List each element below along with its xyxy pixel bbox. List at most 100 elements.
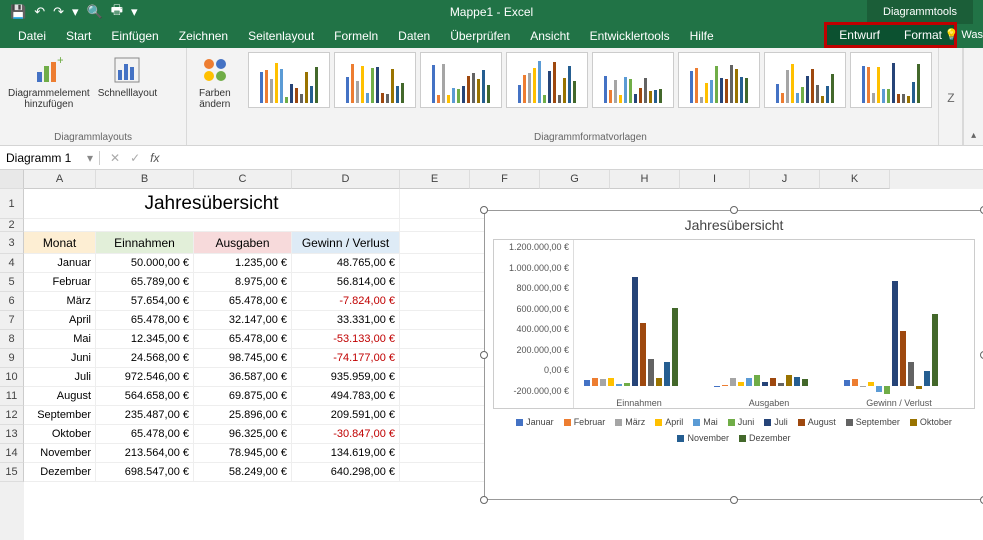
cancel-icon[interactable]: ✕ [110,151,120,165]
cell-gewinn[interactable]: 935.959,00 € [292,368,400,386]
save-icon[interactable]: 💾 [10,4,26,20]
cell-ausgaben[interactable]: 78.945,00 € [194,444,292,462]
chart-bar[interactable] [892,281,898,385]
tab-ueberpruefen[interactable]: Überprüfen [440,24,520,48]
cells-area[interactable]: ABCDEFGHIJK JahresübersichtMonatEinnahme… [24,170,983,540]
cell-ausgaben[interactable]: 25.896,00 € [194,406,292,424]
row-header[interactable]: 6 [0,292,24,311]
tab-formeln[interactable]: Formeln [324,24,388,48]
cell-ausgaben[interactable]: 96.325,00 € [194,425,292,443]
enter-icon[interactable]: ✓ [130,151,140,165]
cell-ausgaben[interactable]: 1.235,00 € [194,254,292,272]
schnelllayout-button[interactable]: Schnelllayout [96,52,159,101]
resize-handle-w[interactable] [480,351,488,359]
row-header[interactable]: 5 [0,273,24,292]
cell-month[interactable]: August [24,387,96,405]
cell-einnahmen[interactable]: 12.345,00 € [96,330,194,348]
cell-einnahmen[interactable]: 24.568,00 € [96,349,194,367]
legend-item[interactable]: Mai [693,417,718,427]
cell-ausgaben[interactable]: 36.587,00 € [194,368,292,386]
chart-style-thumb[interactable] [334,52,416,108]
chart-bar[interactable] [802,379,808,385]
cell-month[interactable]: April [24,311,96,329]
chevron-down-icon[interactable]: ▾ [87,151,93,165]
row-header[interactable]: 4 [0,254,24,273]
chart-bar[interactable] [632,277,638,385]
cell-ausgaben[interactable]: 32.147,00 € [194,311,292,329]
cell-einnahmen[interactable]: 65.478,00 € [96,311,194,329]
chart-style-thumb[interactable] [506,52,588,108]
name-box[interactable]: Diagramm 1▾ [0,151,100,165]
row-header[interactable]: 3 [0,232,24,254]
chart-bar[interactable] [876,386,882,392]
column-header[interactable]: G [540,170,610,189]
column-header[interactable]: B [96,170,194,189]
chart-bar[interactable] [600,379,606,385]
column-header[interactable]: A [24,170,96,189]
column-header[interactable]: K [820,170,890,189]
column-header[interactable]: J [750,170,820,189]
legend-item[interactable]: Juli [764,417,788,427]
chart-bar[interactable] [624,383,630,386]
resize-handle-s[interactable] [730,496,738,504]
chart-plot-area[interactable]: 1.200.000,00 €1.000.000,00 €800.000,00 €… [493,239,975,409]
column-header[interactable]: D [292,170,400,189]
cell-month[interactable]: November [24,444,96,462]
chart-style-thumb[interactable] [850,52,932,108]
cell-ausgaben[interactable]: 69.875,00 € [194,387,292,405]
resize-handle-sw[interactable] [480,496,488,504]
chart-legend[interactable]: JanuarFebruarMärzAprilMaiJuniJuliAugustS… [485,409,983,451]
tab-einfuegen[interactable]: Einfügen [101,24,168,48]
chart-bar[interactable] [592,378,598,385]
chart-bar[interactable] [844,380,850,385]
resize-handle-n[interactable] [730,206,738,214]
chart-bar[interactable] [746,378,752,385]
cell-ausgaben[interactable]: 98.745,00 € [194,349,292,367]
row-header[interactable]: 2 [0,219,24,232]
embedded-chart[interactable]: Jahresübersicht 1.200.000,00 €1.000.000,… [484,210,983,500]
chart-bar[interactable] [884,386,890,394]
chart-bar[interactable] [916,386,922,389]
legend-item[interactable]: März [615,417,645,427]
tab-start[interactable]: Start [56,24,101,48]
chart-bar[interactable] [608,378,614,385]
chart-bar[interactable] [640,323,646,386]
chart-bar[interactable] [908,362,914,385]
sheet-title-cell[interactable]: Jahresübersicht [24,189,400,219]
chart-title[interactable]: Jahresübersicht [485,211,983,239]
cell-gewinn[interactable]: 33.331,00 € [292,311,400,329]
cell-einnahmen[interactable]: 235.487,00 € [96,406,194,424]
row-header[interactable]: 15 [0,463,24,482]
cell-gewinn[interactable]: 134.619,00 € [292,444,400,462]
cell-month[interactable]: März [24,292,96,310]
row-header[interactable]: 14 [0,444,24,463]
chart-bar[interactable] [722,385,728,386]
switch-data-button[interactable]: Z [945,52,956,143]
chart-bar[interactable] [900,331,906,386]
cell-gewinn[interactable]: 494.783,00 € [292,387,400,405]
row-header[interactable]: 9 [0,349,24,368]
legend-item[interactable]: September [846,417,900,427]
undo-icon[interactable]: ↶ [34,4,45,20]
row-header[interactable]: 10 [0,368,24,387]
cell-ausgaben[interactable]: 8.975,00 € [194,273,292,291]
tab-ansicht[interactable]: Ansicht [520,24,579,48]
chart-bar[interactable] [762,382,768,386]
row-header[interactable]: 7 [0,311,24,330]
cell-gewinn[interactable]: 48.765,00 € [292,254,400,272]
column-header[interactable]: C [194,170,292,189]
chart-bar[interactable] [672,308,678,386]
cell-ausgaben[interactable]: 65.478,00 € [194,292,292,310]
legend-item[interactable]: Januar [516,417,554,427]
add-chart-element-button[interactable]: + Diagrammelement hinzufügen [6,52,92,112]
row-header[interactable]: 8 [0,330,24,349]
cell-gewinn[interactable]: 209.591,00 € [292,406,400,424]
tab-seitenlayout[interactable]: Seitenlayout [238,24,324,48]
fx-icon[interactable]: fx [150,151,159,165]
chart-bar[interactable] [730,378,736,385]
row-header[interactable]: 11 [0,387,24,406]
select-all-corner[interactable] [0,170,24,189]
cell-einnahmen[interactable]: 50.000,00 € [96,254,194,272]
tab-zeichnen[interactable]: Zeichnen [169,24,238,48]
legend-item[interactable]: November [677,433,729,443]
